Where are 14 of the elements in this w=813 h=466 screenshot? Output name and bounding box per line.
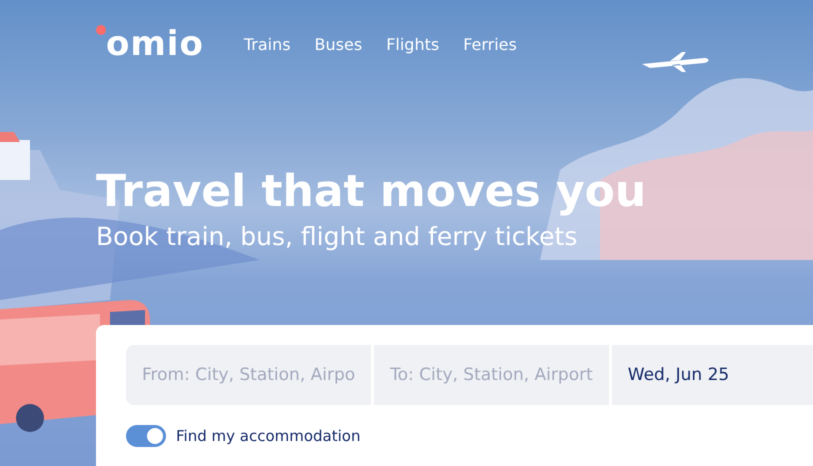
input-field[interactable]: From: City, Station, Airpo (126, 345, 372, 405)
input-field[interactable]: To: City, Station, Airport (374, 345, 609, 405)
logo[interactable]: omio (106, 27, 204, 61)
toggle-switch[interactable] (126, 425, 166, 447)
nav-link[interactable]: Buses (314, 34, 362, 54)
logo-dot-icon (96, 25, 106, 35)
date-field[interactable]: Wed, Jun 25 (612, 345, 813, 405)
airplane-icon (640, 52, 710, 72)
nav-link[interactable]: Trains (244, 34, 291, 54)
hero-title: Travel that moves you (96, 165, 648, 219)
nav-link[interactable]: Ferries (463, 34, 517, 54)
toggle-label: Find my accommodation (176, 427, 360, 445)
hero-subtitle: Book train, bus, flight and ferry tickets (96, 221, 578, 253)
nav-link[interactable]: Flights (386, 34, 440, 54)
